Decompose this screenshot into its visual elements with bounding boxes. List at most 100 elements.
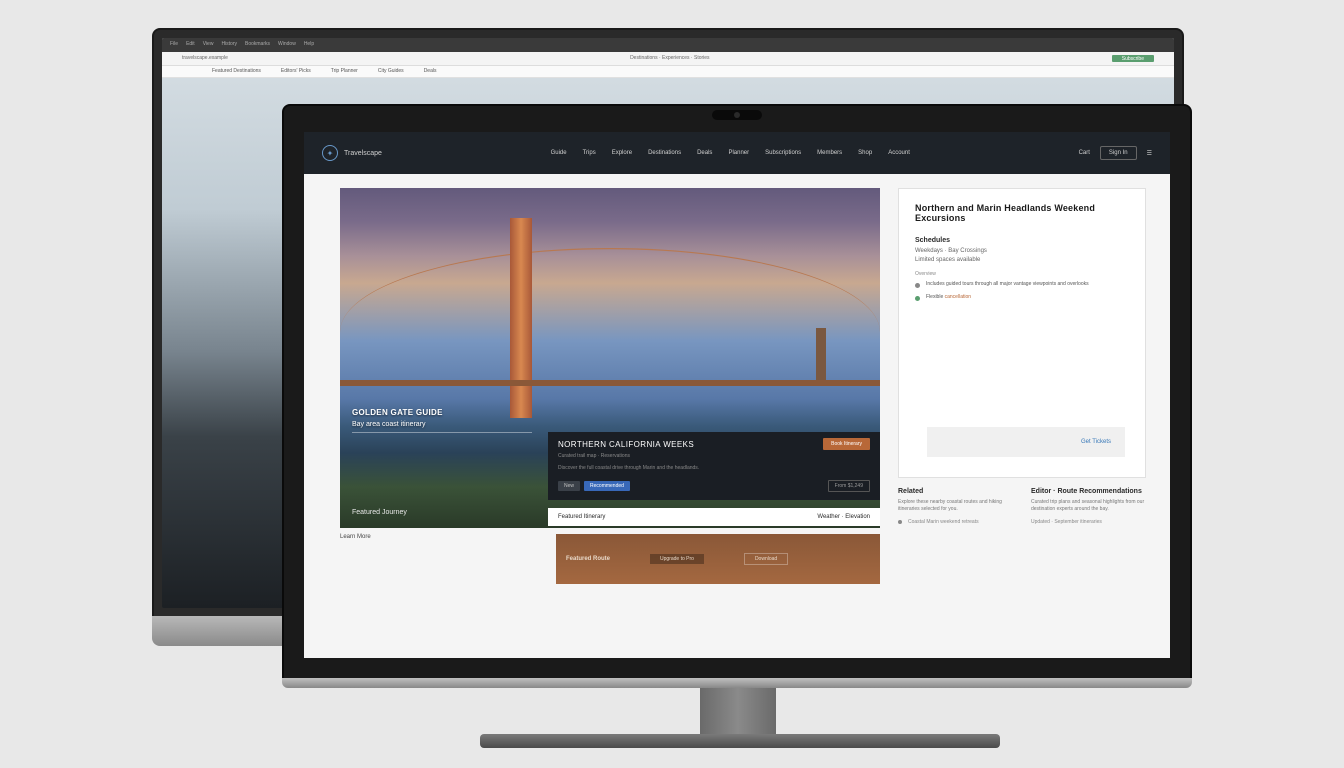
menubar-item[interactable]: File xyxy=(170,41,178,49)
bridge-cable-shape xyxy=(340,248,880,332)
toolbar-mid-text: Destinations · Experiences · Stories xyxy=(630,55,709,62)
related-meta-text[interactable]: Coastal Marin weekend retreats xyxy=(908,519,979,525)
editor-heading: Editor · Route Recommendations xyxy=(1031,488,1146,495)
meta-dot-icon xyxy=(898,520,902,524)
browser-menubar: File Edit View History Bookmarks Window … xyxy=(162,38,1174,52)
related-desc: Explore these nearby coastal routes and … xyxy=(898,499,1013,513)
sidebar-column: Northern and Marin Headlands Weekend Exc… xyxy=(898,188,1146,658)
hero-subtitle: Bay area coast itinerary xyxy=(352,421,532,428)
menubar-item[interactable]: History xyxy=(221,41,237,49)
below-left-label: Featured Itinerary xyxy=(558,514,605,520)
subnav-item[interactable]: Featured Destinations xyxy=(212,68,261,75)
subscribe-button[interactable]: Subscribe xyxy=(1112,55,1154,62)
get-tickets-link[interactable]: Get Tickets xyxy=(1081,439,1111,445)
brand-name: Travelscape xyxy=(344,150,382,157)
bullet-dot-icon xyxy=(915,283,920,288)
sidebar-schedule-line1: Weekdays · Bay Crossings xyxy=(915,248,1129,254)
nav-item-planner[interactable]: Planner xyxy=(728,150,749,156)
main-column: GOLDEN GATE GUIDE Bay area coast itinera… xyxy=(340,188,880,658)
hero-bottom-caption: Featured Journey xyxy=(352,509,407,516)
globe-icon: ✦ xyxy=(322,145,338,161)
subnav-item[interactable]: City Guides xyxy=(378,68,404,75)
nav-item-explore[interactable]: Explore xyxy=(612,150,632,156)
camera-icon xyxy=(734,112,740,118)
editor-meta-text: Updated · September itineraries xyxy=(1031,519,1102,525)
signin-button[interactable]: Sign In xyxy=(1100,146,1137,160)
promo-banner: Featured Route Upgrade to Pro Download xyxy=(556,534,880,584)
tag-recommended[interactable]: Recommended xyxy=(584,481,630,491)
bridge-tower2-shape xyxy=(816,328,826,386)
related-block: Related Explore these nearby coastal rou… xyxy=(898,488,1013,525)
nav-item-destinations[interactable]: Destinations xyxy=(648,150,681,156)
feature-card-subtitle: Curated trail map · Reservations xyxy=(558,453,870,459)
site-header: ✦ Travelscape Guide Trips Explore Destin… xyxy=(304,132,1170,174)
bridge-deck-shape xyxy=(340,380,880,386)
sidebar-title: Northern and Marin Headlands Weekend Exc… xyxy=(915,203,1129,223)
feature-card-tags: New Recommended From $1,249 xyxy=(558,480,870,492)
nav-item-deals[interactable]: Deals xyxy=(697,150,712,156)
subnav-item[interactable]: Trip Planner xyxy=(331,68,358,75)
menubar-item[interactable]: Help xyxy=(304,41,314,49)
bullet-dot-green-icon xyxy=(915,296,920,301)
menu-icon[interactable]: ☰ xyxy=(1147,150,1152,157)
browser-subnav: Featured Destinations Editors' Picks Tri… xyxy=(162,66,1174,78)
below-strip: Featured Itinerary Weather · Elevation xyxy=(548,508,880,526)
nav-item-guide[interactable]: Guide xyxy=(551,150,567,156)
below-right-label: Weather · Elevation xyxy=(817,514,870,520)
price-tag: From $1,249 xyxy=(828,480,870,492)
hero-title: GOLDEN GATE GUIDE xyxy=(352,408,532,417)
sidebar-section-heading: Schedules xyxy=(915,237,1129,244)
tag-new[interactable]: New xyxy=(558,481,580,491)
feature-card: NORTHERN CALIFORNIA WEEKS Curated trail … xyxy=(548,432,880,500)
nav-item-trips[interactable]: Trips xyxy=(583,150,596,156)
related-meta: Coastal Marin weekend retreats xyxy=(898,519,1013,525)
cart-link[interactable]: Cart xyxy=(1079,150,1090,156)
monitor-front-screen: ✦ Travelscape Guide Trips Explore Destin… xyxy=(304,132,1170,658)
menubar-item[interactable]: View xyxy=(203,41,214,49)
browser-toolbar: travelscape.example Destinations · Exper… xyxy=(162,52,1174,66)
editor-meta: Updated · September itineraries xyxy=(1031,519,1146,525)
sidebar-panel: Northern and Marin Headlands Weekend Exc… xyxy=(898,188,1146,478)
sidebar-bullet-2: Flexible cancellation xyxy=(915,294,1129,301)
promo-label: Featured Route xyxy=(566,556,610,562)
monitor-front-base xyxy=(282,678,1192,688)
sidebar-cta-box: Get Tickets xyxy=(927,427,1125,457)
sidebar-overview-label: Overview xyxy=(915,271,1129,277)
sidebar-bullet-2-text: Flexible cancellation xyxy=(926,294,971,300)
sidebar-bullet-1-text: Includes guided tours through all major … xyxy=(926,281,1089,287)
feature-card-desc: Discover the full coastal drive through … xyxy=(558,465,870,472)
main-bottom-left: Learn More xyxy=(340,534,530,540)
nav-item-subscriptions[interactable]: Subscriptions xyxy=(765,150,801,156)
book-button[interactable]: Book Itinerary xyxy=(823,438,870,450)
monitor-front-frame: ✦ Travelscape Guide Trips Explore Destin… xyxy=(282,104,1192,680)
subnav-item[interactable]: Deals xyxy=(424,68,437,75)
sidebar-lower: Related Explore these nearby coastal rou… xyxy=(898,488,1146,525)
menubar-item[interactable]: Edit xyxy=(186,41,195,49)
download-button[interactable]: Download xyxy=(744,553,788,565)
learn-more-link[interactable]: Learn More xyxy=(340,534,530,540)
sidebar-bullet-1: Includes guided tours through all major … xyxy=(915,281,1129,288)
upgrade-button[interactable]: Upgrade to Pro xyxy=(650,554,704,564)
monitor-stand-foot xyxy=(480,734,1000,748)
address-text[interactable]: travelscape.example xyxy=(182,55,228,62)
primary-nav: Guide Trips Explore Destinations Deals P… xyxy=(551,150,910,156)
hero-overlay-text: GOLDEN GATE GUIDE Bay area coast itinera… xyxy=(352,408,532,437)
nav-item-account[interactable]: Account xyxy=(888,150,910,156)
cancellation-link[interactable]: cancellation xyxy=(945,294,971,300)
nav-right: Cart Sign In ☰ xyxy=(1079,146,1152,160)
related-heading: Related xyxy=(898,488,1013,495)
editor-block: Editor · Route Recommendations Curated t… xyxy=(1031,488,1146,525)
nav-item-members[interactable]: Members xyxy=(817,150,842,156)
subnav-item[interactable]: Editors' Picks xyxy=(281,68,311,75)
content-area: GOLDEN GATE GUIDE Bay area coast itinera… xyxy=(304,174,1170,658)
sidebar-schedule-line2: Limited spaces available xyxy=(915,257,1129,263)
menubar-item[interactable]: Window xyxy=(278,41,296,49)
nav-item-shop[interactable]: Shop xyxy=(858,150,872,156)
menubar-item[interactable]: Bookmarks xyxy=(245,41,270,49)
bridge-tower-shape xyxy=(510,218,532,418)
brand-logo[interactable]: ✦ Travelscape xyxy=(322,145,382,161)
hero-divider xyxy=(352,432,532,433)
editor-desc: Curated trip plans and seasonal highligh… xyxy=(1031,499,1146,513)
hero-caption-line1: Featured Journey xyxy=(352,509,407,516)
monitor-stand xyxy=(700,686,776,736)
